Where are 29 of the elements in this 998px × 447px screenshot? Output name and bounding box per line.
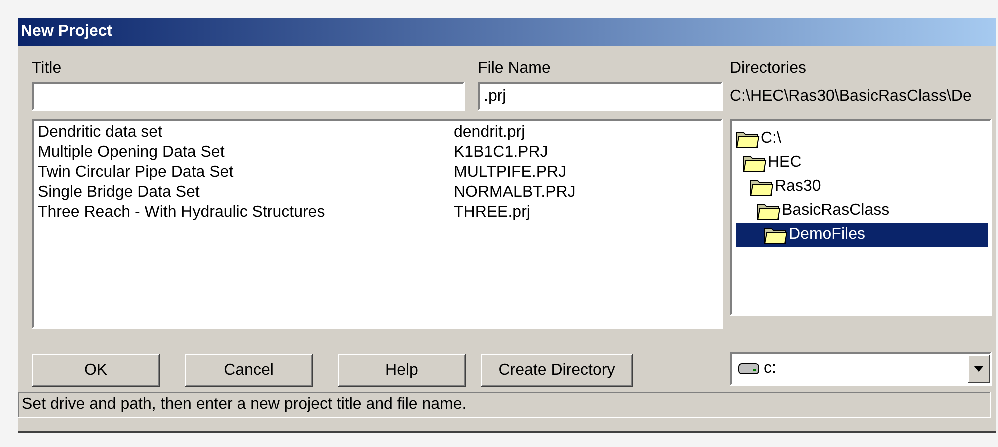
project-file[interactable]: MULTPIFE.PRJ	[454, 163, 717, 183]
field-label: Title	[32, 60, 62, 78]
project-title[interactable]: Twin Circular Pipe Data Set	[38, 163, 454, 183]
project-title[interactable]: Multiple Opening Data Set	[38, 143, 454, 163]
drive-dropdown[interactable]: c:	[730, 352, 992, 386]
dropdown-arrow-icon	[974, 366, 984, 372]
project-file[interactable]: THREE.prj	[454, 203, 717, 223]
folder-item[interactable]: BasicRasClass	[782, 202, 890, 220]
status-bar: Set drive and path, then enter a new project title and file name.	[18, 392, 991, 418]
directory-path: C:\HEC\Ras30\BasicRasClass\De	[730, 88, 972, 106]
project-title[interactable]: Single Bridge Data Set	[38, 183, 454, 203]
window-title: New Project	[21, 23, 113, 41]
title-field[interactable]	[32, 82, 465, 111]
button[interactable]: Create Directory	[481, 354, 633, 387]
field-label: Directories	[730, 60, 806, 78]
button[interactable]: OK	[32, 354, 160, 387]
field-label: File Name	[478, 60, 551, 78]
folder-item[interactable]: C:\	[761, 130, 782, 148]
project-file[interactable]: NORMALBT.PRJ	[454, 183, 717, 203]
project-file[interactable]: K1B1C1.PRJ	[454, 143, 717, 163]
project-file[interactable]: dendrit.prj	[454, 123, 717, 143]
file-name-field[interactable]: .prj	[478, 82, 723, 111]
button[interactable]: Cancel	[185, 354, 313, 387]
project-title[interactable]: Three Reach - With Hydraulic Structures	[38, 203, 454, 223]
folder-item[interactable]: Ras30	[775, 178, 822, 196]
drive-icon	[738, 362, 760, 376]
folder-item[interactable]: HEC	[768, 154, 802, 172]
button[interactable]: Help	[338, 354, 466, 387]
project-title[interactable]: Dendritic data set	[38, 123, 454, 143]
